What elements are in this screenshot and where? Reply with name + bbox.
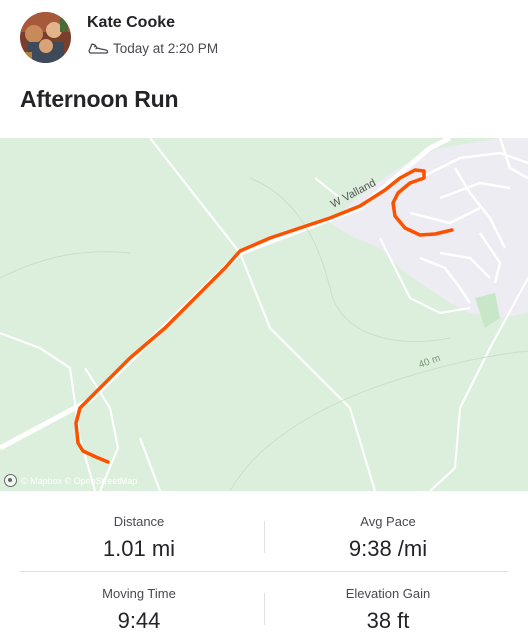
stat-label-elevation-gain: Elevation Gain — [345, 586, 431, 601]
stat-avg-pace: Avg Pace 9:38 /mi — [288, 513, 488, 562]
avatar-photo — [20, 12, 71, 63]
athlete-name[interactable]: Kate Cooke — [87, 14, 175, 32]
stat-value-moving-time: 9:44 — [117, 608, 161, 633]
route-map[interactable]: W Valland 40 m © Mapbox © OpenStreetMap — [0, 138, 528, 491]
activity-title[interactable]: Afternoon Run — [20, 86, 179, 113]
stat-label-avg-pace: Avg Pace — [360, 514, 416, 529]
athlete-avatar[interactable] — [20, 12, 71, 63]
stat-distance: Distance 1.01 mi — [39, 513, 239, 562]
stat-label-moving-time: Moving Time — [102, 586, 176, 601]
map-attribution[interactable]: © Mapbox © OpenStreetMap — [4, 474, 137, 487]
activity-header: Kate Cooke Today at 2:20 PM Afternoon Ru… — [0, 0, 528, 138]
mapbox-logo-icon[interactable] — [4, 474, 17, 487]
stat-value-avg-pace: 9:38 /mi — [348, 536, 428, 561]
stats-divider-horizontal — [20, 571, 508, 572]
stats-panel: Distance 1.01 mi Avg Pace 9:38 /mi Movin… — [0, 491, 528, 640]
map-canvas: W Valland 40 m — [0, 138, 528, 491]
running-shoe-icon — [88, 43, 109, 54]
activity-timestamp: Today at 2:20 PM — [113, 40, 219, 56]
stats-divider-vertical — [264, 521, 265, 553]
stats-divider-vertical — [264, 593, 265, 625]
attribution-text[interactable]: © Mapbox © OpenStreetMap — [21, 476, 137, 486]
activity-meta: Today at 2:20 PM — [87, 40, 218, 56]
stat-moving-time: Moving Time 9:44 — [39, 585, 239, 634]
stat-value-distance: 1.01 mi — [102, 536, 176, 561]
stat-elevation-gain: Elevation Gain 38 ft — [288, 585, 488, 634]
stat-label-distance: Distance — [113, 514, 165, 529]
stat-value-elevation-gain: 38 ft — [366, 608, 410, 633]
